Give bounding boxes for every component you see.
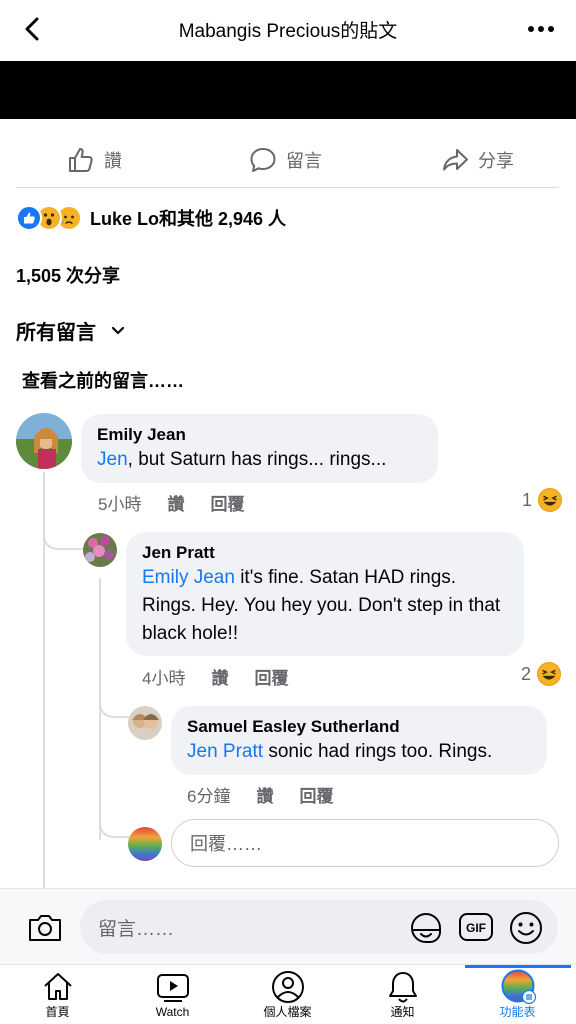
reactions-summary[interactable]: Luke Lo和其他 2,946 人: [16, 203, 286, 233]
reply-placeholder: 回覆……: [190, 834, 262, 854]
comment-reply-button[interactable]: 回覆: [254, 664, 288, 689]
comment-like-button[interactable]: 讚: [211, 664, 228, 689]
current-user-avatar: [128, 827, 162, 861]
comment-button[interactable]: 留言: [248, 136, 322, 184]
tab-home[interactable]: 首頁: [0, 965, 115, 1024]
comment-author[interactable]: Samuel Easley Sutherland: [187, 716, 531, 738]
tab-label: 首頁: [45, 1005, 70, 1019]
gif-icon: GIF: [459, 913, 493, 941]
camera-icon: [29, 915, 61, 941]
comment-composer: 留言…… GIF: [0, 888, 576, 964]
view-previous-comments-link[interactable]: 查看之前的留言……: [22, 367, 184, 393]
comment-reply-button[interactable]: 回覆: [299, 782, 333, 807]
comment-like-button[interactable]: 讚: [256, 782, 273, 807]
profile-icon: [271, 971, 304, 1003]
comment-input-placeholder: 留言……: [98, 918, 175, 940]
comment-label: 留言: [286, 151, 322, 171]
thumbs-up-icon: [69, 148, 93, 172]
sticker-button[interactable]: [408, 910, 444, 946]
tab-watch[interactable]: Watch: [115, 965, 230, 1024]
like-label: 讚: [104, 151, 122, 171]
page-title: Mabangis Precious的貼文: [178, 21, 398, 42]
haha-reaction-icon: [538, 488, 563, 512]
like-reaction-icon: [16, 205, 42, 231]
avatar[interactable]: [83, 533, 117, 567]
comment-time[interactable]: 4小時: [142, 664, 185, 689]
thread-connector: [99, 690, 131, 718]
like-button[interactable]: 讚: [66, 136, 122, 184]
comment-time[interactable]: 6分鐘: [187, 782, 230, 807]
thread-connector: [43, 520, 85, 550]
mention-link[interactable]: Jen: [97, 449, 128, 470]
comment-icon: [250, 148, 276, 172]
comment-reaction-count[interactable]: 1: [522, 488, 563, 512]
emoji-icon: [510, 912, 542, 944]
comments-filter-label: 所有留言: [16, 322, 96, 344]
comment-meta: 6分鐘 讚 回覆: [187, 782, 333, 807]
tab-profile[interactable]: 個人檔案: [230, 965, 345, 1024]
sticker-icon: [410, 913, 441, 943]
haha-reaction-icon: [537, 662, 562, 686]
bell-icon: [388, 972, 417, 1003]
tab-label: Watch: [155, 1005, 190, 1019]
top-app-bar: Mabangis Precious的貼文: [0, 0, 576, 58]
comment-bubble: Samuel Easley Sutherland Jen Pratt sonic…: [171, 706, 547, 775]
share-label: 分享: [478, 151, 514, 171]
post-media[interactable]: [0, 61, 576, 119]
watch-icon: [156, 974, 189, 1002]
post-action-bar: 讚 留言 分享: [16, 136, 559, 188]
comment-author[interactable]: Jen Pratt: [142, 542, 508, 564]
share-button[interactable]: 分享: [440, 136, 514, 184]
gif-button[interactable]: GIF: [458, 912, 494, 942]
comment-text: Jen, but Saturn has rings... rings...: [97, 446, 422, 474]
share-icon: [443, 149, 468, 171]
tab-label: 個人檔案: [263, 1005, 312, 1019]
mention-link[interactable]: Emily Jean: [142, 567, 235, 588]
comment-author[interactable]: Emily Jean: [97, 424, 422, 446]
comment-reply-button[interactable]: 回覆: [210, 490, 244, 515]
bottom-tab-bar: 首頁 Watch 個人檔案 通知 功能表: [0, 964, 576, 1024]
reply-input[interactable]: 回覆……: [171, 819, 559, 867]
emoji-button[interactable]: [508, 910, 544, 946]
share-count[interactable]: 1,505 次分享: [16, 262, 120, 288]
reaction-count-value: 1: [522, 489, 533, 510]
comment-time[interactable]: 5小時: [98, 490, 141, 515]
camera-button[interactable]: [27, 911, 63, 943]
home-icon: [43, 973, 72, 1000]
avatar[interactable]: [128, 706, 162, 740]
comments-filter-dropdown[interactable]: 所有留言: [16, 316, 126, 345]
gif-label: GIF: [466, 921, 486, 935]
comment-like-button[interactable]: 讚: [167, 490, 184, 515]
tab-label: 通知: [390, 1005, 415, 1019]
more-horizontal-icon: [528, 26, 554, 32]
tab-notifications[interactable]: 通知: [345, 965, 460, 1024]
chevron-down-icon: [111, 326, 125, 334]
more-options-button[interactable]: [524, 14, 558, 44]
comment-body: sonic had rings too. Rings.: [263, 741, 493, 762]
menu-icon: [501, 969, 536, 1005]
tab-label: 功能表: [499, 1005, 536, 1019]
comment-body: , but Saturn has rings... rings...: [127, 449, 387, 470]
comment-text: Emily Jean it's fine. Satan HAD rings. R…: [142, 564, 508, 648]
comment-bubble: Emily Jean Jen, but Saturn has rings... …: [81, 414, 438, 483]
tab-menu[interactable]: 功能表: [460, 965, 575, 1024]
mention-link[interactable]: Jen Pratt: [187, 741, 263, 762]
reactions-summary-text: Luke Lo和其他 2,946 人: [90, 209, 287, 229]
comment-bubble: Jen Pratt Emily Jean it's fine. Satan HA…: [126, 532, 524, 656]
comment-meta: 5小時 讚 回覆: [98, 490, 244, 515]
avatar[interactable]: [16, 413, 72, 469]
comment-reaction-count[interactable]: 2: [521, 662, 562, 686]
comment-meta: 4小時 讚 回覆: [142, 664, 288, 689]
reaction-count-value: 2: [521, 663, 532, 684]
comment-text: Jen Pratt sonic had rings too. Rings.: [187, 738, 531, 766]
thread-connector: [99, 810, 131, 838]
